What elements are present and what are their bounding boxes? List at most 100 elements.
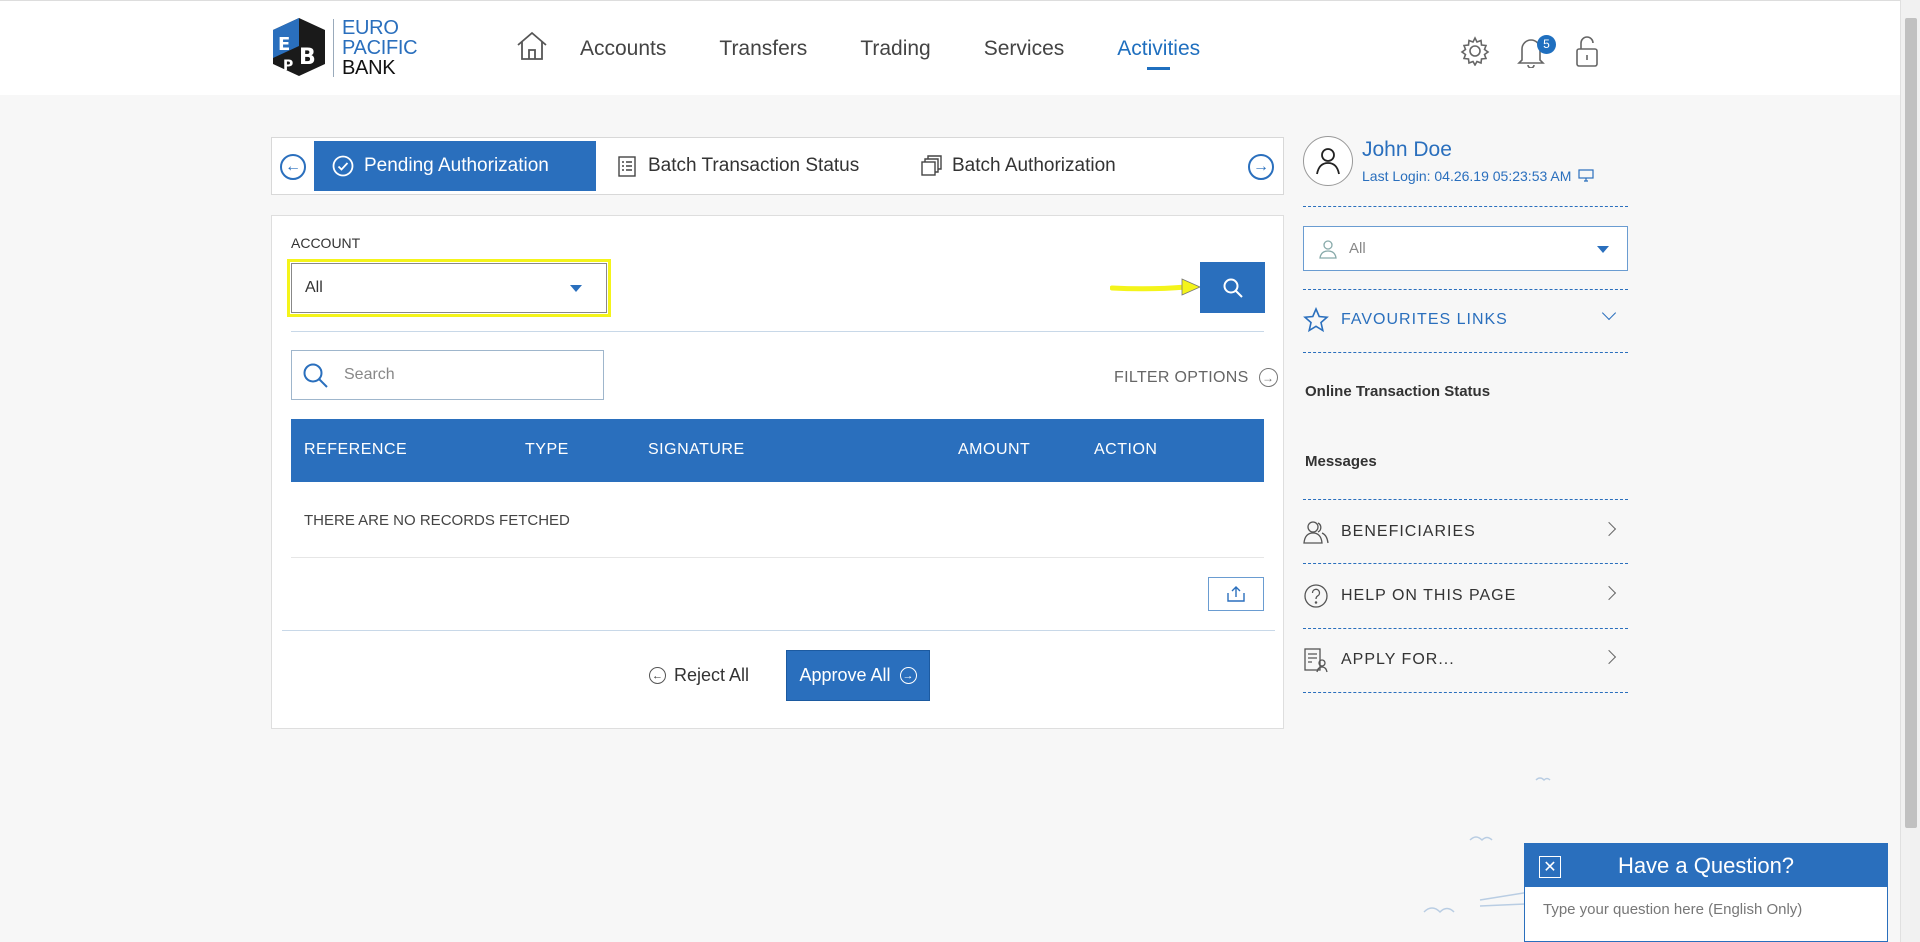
user-avatar-icon[interactable] xyxy=(1303,136,1353,186)
filter-options-button[interactable]: FILTER OPTIONS → xyxy=(1114,368,1278,387)
tab-label: Pending Authorization xyxy=(364,155,549,176)
caret-down-icon xyxy=(1597,246,1609,253)
gear-icon[interactable] xyxy=(1459,34,1491,68)
checklist-icon xyxy=(616,155,638,177)
nav-activities[interactable]: Activities xyxy=(1117,37,1200,73)
account-select[interactable]: All xyxy=(291,263,607,313)
account-label: ACCOUNT xyxy=(291,235,361,251)
nav-accounts[interactable]: Accounts xyxy=(580,37,666,73)
person-icon xyxy=(1318,239,1338,263)
arrow-left-circle-icon: ← xyxy=(649,667,666,684)
approve-all-button[interactable]: Approve All → xyxy=(786,650,930,701)
page-scrollbar[interactable] xyxy=(1900,0,1920,942)
brand-line-1: EURO xyxy=(342,17,399,39)
chat-question-input[interactable]: Type your question here (English Only) xyxy=(1525,887,1887,932)
tab-pending-authorization[interactable]: Pending Authorization xyxy=(314,141,596,191)
close-icon[interactable]: ✕ xyxy=(1539,856,1561,878)
search-input[interactable]: Search xyxy=(291,350,604,400)
top-header: E B P EURO PACIFIC BANK Accounts Transfe… xyxy=(0,0,1900,95)
reject-all-label: Reject All xyxy=(674,665,750,685)
divider xyxy=(291,331,1264,332)
reject-all-button[interactable]: ← Reject All xyxy=(649,665,749,686)
column-header-action[interactable]: ACTION xyxy=(1094,441,1157,459)
main-nav: Accounts Transfers Trading Services Acti… xyxy=(580,37,1253,73)
help-label: HELP ON THIS PAGE xyxy=(1341,587,1517,604)
logo-mark-icon: E B P xyxy=(269,18,327,78)
divider xyxy=(1303,692,1628,693)
activity-tabs: ← Pending Authorization Batch Transactio… xyxy=(271,137,1284,195)
tab-label: Batch Transaction Status xyxy=(648,155,860,176)
yellow-arrow-annotation xyxy=(1109,276,1202,303)
filter-options-label: FILTER OPTIONS xyxy=(1114,368,1249,386)
user-name[interactable]: John Doe xyxy=(1362,138,1452,162)
chat-widget: ✕ Have a Question? Type your question he… xyxy=(1524,843,1888,942)
home-icon[interactable] xyxy=(515,29,549,63)
beneficiaries-row[interactable]: BENEFICIARIES xyxy=(1303,512,1628,552)
brand-name: EURO PACIFIC BANK xyxy=(342,17,418,79)
brand-line-3: BANK xyxy=(342,57,396,79)
beneficiaries-icon xyxy=(1303,519,1329,545)
account-select-value: All xyxy=(305,279,323,296)
table-header: REFERENCE TYPE SIGNATURE AMOUNT ACTION xyxy=(291,419,1264,482)
search-placeholder: Search xyxy=(344,366,395,383)
apply-for-row[interactable]: APPLY FOR... xyxy=(1303,640,1628,680)
tab-batch-authorization[interactable]: Batch Authorization xyxy=(920,141,1116,191)
chat-title: Have a Question? xyxy=(1617,852,1795,878)
divider xyxy=(1303,352,1628,353)
column-header-amount[interactable]: AMOUNT xyxy=(958,441,1030,459)
column-header-type[interactable]: TYPE xyxy=(525,441,569,459)
divider xyxy=(1303,499,1628,500)
main-panel: ACCOUNT All Search FILTER OPTIONS → REFE… xyxy=(271,215,1284,729)
favourites-label: FAVOURITES LINKS xyxy=(1341,311,1508,328)
arrow-right-circle-icon: → xyxy=(899,667,917,684)
scrollbar-thumb[interactable] xyxy=(1905,18,1917,828)
caret-down-icon xyxy=(570,285,582,292)
tab-label: Batch Authorization xyxy=(952,155,1116,176)
column-header-signature[interactable]: SIGNATURE xyxy=(648,441,745,459)
check-circle-icon xyxy=(332,155,354,177)
divider xyxy=(1303,563,1628,564)
export-button[interactable] xyxy=(1208,577,1264,611)
nav-transfers[interactable]: Transfers xyxy=(719,37,807,73)
logo-divider xyxy=(333,19,334,77)
nav-trading[interactable]: Trading xyxy=(860,37,930,73)
chevron-right-icon xyxy=(1601,585,1617,601)
tabs-prev-icon[interactable]: ← xyxy=(280,154,306,180)
help-on-this-page-row[interactable]: HELP ON THIS PAGE xyxy=(1303,576,1628,616)
chevron-right-icon xyxy=(1601,521,1617,537)
user-filter-select[interactable]: All xyxy=(1303,226,1628,271)
monitor-icon xyxy=(1578,169,1594,182)
last-login-text: Last Login: 04.26.19 05:23:53 AM xyxy=(1362,168,1572,184)
link-online-transaction-status[interactable]: Online Transaction Status xyxy=(1305,383,1490,400)
link-messages[interactable]: Messages xyxy=(1305,453,1377,470)
star-icon xyxy=(1303,307,1329,333)
divider xyxy=(1303,289,1628,290)
divider xyxy=(291,557,1264,558)
search-button[interactable] xyxy=(1200,262,1265,313)
apply-form-icon xyxy=(1303,647,1329,673)
svg-text:P: P xyxy=(283,58,293,74)
nav-services[interactable]: Services xyxy=(984,37,1065,73)
user-filter-value: All xyxy=(1349,240,1366,257)
lock-icon[interactable] xyxy=(1572,34,1604,68)
help-icon xyxy=(1303,583,1329,609)
apply-for-label: APPLY FOR... xyxy=(1341,651,1455,668)
notification-badge: 5 xyxy=(1537,35,1556,54)
approve-all-label: Approve All xyxy=(799,665,891,685)
chevron-right-icon xyxy=(1601,649,1617,665)
chat-header[interactable]: ✕ Have a Question? xyxy=(1525,844,1887,887)
arrow-right-circle-icon: → xyxy=(1258,368,1278,387)
beneficiaries-label: BENEFICIARIES xyxy=(1341,523,1476,540)
divider xyxy=(1303,628,1628,629)
upload-icon xyxy=(1227,586,1245,602)
tab-batch-transaction-status[interactable]: Batch Transaction Status xyxy=(616,141,859,191)
column-header-reference[interactable]: REFERENCE xyxy=(304,441,407,459)
tabs-next-icon[interactable]: → xyxy=(1248,154,1274,180)
bank-logo[interactable]: E B P EURO PACIFIC BANK xyxy=(269,16,429,80)
brand-line-2: PACIFIC xyxy=(342,37,418,59)
last-login: Last Login: 04.26.19 05:23:53 AM xyxy=(1362,168,1594,184)
favourites-links-toggle[interactable]: FAVOURITES LINKS xyxy=(1303,300,1628,340)
divider xyxy=(1303,206,1628,207)
chat-placeholder: Type your question here (English Only) xyxy=(1543,901,1803,918)
divider xyxy=(282,630,1275,631)
